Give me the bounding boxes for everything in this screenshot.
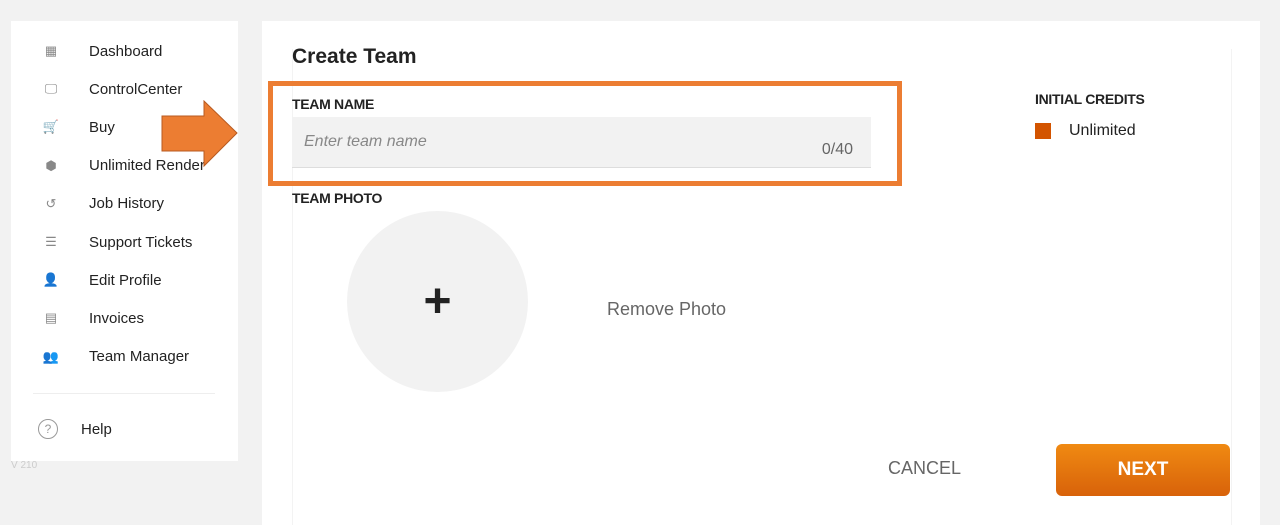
- team-photo-label: TEAM PHOTO: [292, 190, 383, 206]
- credits-option-unlimited[interactable]: Unlimited: [1035, 122, 1136, 140]
- sidebar-item-invoices[interactable]: ▤ Invoices: [11, 306, 144, 330]
- credits-option-label: Unlimited: [1069, 122, 1136, 139]
- sidebar-item-label: Edit Profile: [89, 271, 162, 289]
- add-photo-button[interactable]: +: [347, 211, 528, 392]
- color-swatch: [1035, 123, 1051, 139]
- sidebar-item-label: Help: [81, 420, 112, 438]
- remove-photo-button[interactable]: Remove Photo: [607, 299, 726, 320]
- dashboard-icon: ▦: [44, 43, 58, 58]
- sidebar: ▦ Dashboard 🖵 ControlCenter 🛒 Buy ⬢ Unlimited R…: [11, 21, 238, 461]
- history-icon: ↺: [45, 195, 57, 211]
- version-label: V 210: [11, 460, 38, 471]
- next-button[interactable]: NEXT: [1056, 444, 1230, 496]
- cube-icon: ⬢: [45, 157, 57, 173]
- cancel-button[interactable]: CANCEL: [888, 458, 961, 479]
- cart-icon: 🛒: [42, 119, 60, 135]
- sidebar-item-label: ControlCenter: [89, 80, 183, 98]
- plus-icon: +: [423, 275, 452, 328]
- sidebar-item-controlcenter[interactable]: 🖵 ControlCenter: [11, 77, 183, 101]
- sidebar-item-label: Job History: [89, 195, 165, 213]
- initial-credits-label: INITIAL CREDITS: [1035, 91, 1145, 107]
- sidebar-item-label: Team Manager: [89, 348, 190, 366]
- receipt-icon: ▤: [44, 310, 58, 326]
- sidebar-item-label: Dashboard: [89, 42, 163, 60]
- highlight-box: [268, 81, 902, 186]
- user-edit-icon: 👤: [42, 272, 60, 288]
- sidebar-item-buy[interactable]: 🛒 Buy: [11, 115, 115, 139]
- divider: [33, 393, 215, 394]
- sidebar-item-edit-profile[interactable]: 👤 Edit Profile: [11, 268, 162, 292]
- monitor-icon: 🖵: [44, 81, 58, 97]
- sidebar-item-team-manager[interactable]: 👥 Team Manager: [11, 345, 189, 369]
- sidebar-item-dashboard[interactable]: ▦ Dashboard: [11, 39, 163, 63]
- sidebar-item-label: Buy: [89, 118, 115, 136]
- sidebar-item-help[interactable]: ? Help: [38, 419, 112, 439]
- help-icon: ?: [38, 419, 58, 439]
- sidebar-item-support-tickets[interactable]: ☰ Support Tickets: [11, 230, 192, 254]
- arrow-annotation-icon: [161, 100, 238, 168]
- sidebar-item-job-history[interactable]: ↺ Job History: [11, 192, 164, 216]
- sidebar-item-label: Invoices: [89, 309, 145, 327]
- sidebar-item-label: Support Tickets: [89, 233, 193, 251]
- checklist-icon: ☰: [45, 234, 57, 249]
- team-icon: 👥: [42, 348, 60, 364]
- page-title: Create Team: [292, 45, 417, 68]
